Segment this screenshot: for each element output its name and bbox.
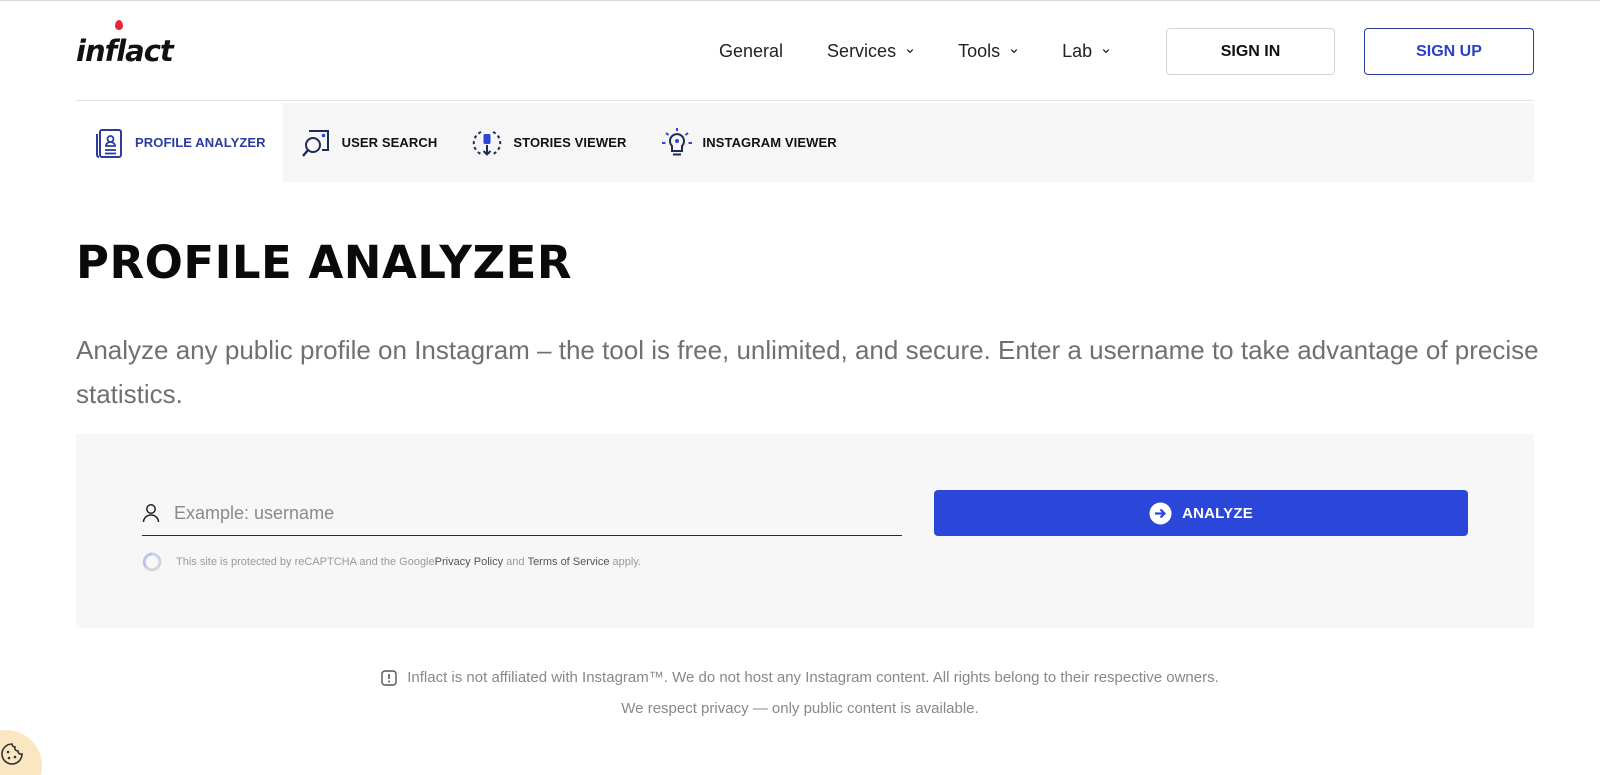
nav-lab-label: Lab <box>1062 40 1093 61</box>
analyze-button-label: ANALYZE <box>1182 504 1253 522</box>
tab-label: STORIES VIEWER <box>513 135 627 150</box>
cookie-settings-button[interactable] <box>0 730 42 775</box>
analyzer-form-panel: ANALYZE This site is protected by reCAPT… <box>76 434 1534 628</box>
tab-label: USER SEARCH <box>341 135 438 150</box>
profile-card-icon <box>96 128 122 158</box>
lightbulb-icon <box>661 127 692 155</box>
chevron-down-icon <box>1102 49 1110 54</box>
recaptcha-apply: apply. <box>609 556 642 568</box>
sign-up-button[interactable]: SIGN UP <box>1364 28 1534 75</box>
recaptcha-icon <box>142 552 162 572</box>
page-title: PROFILE ANALYZER <box>76 236 573 289</box>
chevron-down-icon <box>906 49 914 54</box>
nav-services[interactable]: Services <box>827 41 914 62</box>
recaptcha-text: This site is protected by reCAPTCHA and … <box>176 556 435 568</box>
tool-tabs: PROFILE ANALYZER USER SEARCH STORIES VIE… <box>76 103 1534 182</box>
nav-general[interactable]: General <box>719 41 783 62</box>
tab-profile-analyzer[interactable]: PROFILE ANALYZER <box>76 103 283 182</box>
tab-label: INSTAGRAM VIEWER <box>702 135 837 150</box>
chevron-down-icon <box>1010 49 1018 54</box>
privacy-policy-link[interactable]: Privacy Policy <box>435 556 503 568</box>
username-input[interactable] <box>174 502 874 524</box>
user-search-icon <box>301 129 329 157</box>
nav-tools-label: Tools <box>958 40 1001 61</box>
logo-text: inflact <box>76 34 174 68</box>
site-header: inflact General Services Tools Lab SIGN … <box>76 0 1534 101</box>
tab-stories-viewer[interactable]: STORIES VIEWER <box>454 103 643 182</box>
disclaimer-line-1: Inflact is not affiliated with Instagram… <box>407 669 1219 686</box>
logo-drop-icon <box>115 20 123 30</box>
recaptcha-notice: This site is protected by reCAPTCHA and … <box>142 552 641 572</box>
inflact-logo[interactable]: inflact <box>76 20 174 76</box>
arrow-right-circle-icon <box>1149 502 1172 524</box>
stories-download-icon <box>473 130 502 156</box>
nav-general-label: General <box>719 40 784 61</box>
recaptcha-and: and <box>503 556 528 568</box>
nav-tools[interactable]: Tools <box>958 41 1018 62</box>
cookie-icon <box>1 743 23 765</box>
terms-of-service-link[interactable]: Terms of Service <box>528 556 610 568</box>
tab-instagram-viewer[interactable]: INSTAGRAM VIEWER <box>644 103 854 182</box>
nav-services-label: Services <box>827 40 897 61</box>
username-field <box>142 491 902 536</box>
sign-in-button[interactable]: SIGN IN <box>1166 28 1335 75</box>
nav-lab[interactable]: Lab <box>1062 41 1110 62</box>
analyze-button[interactable]: ANALYZE <box>934 490 1468 536</box>
user-icon <box>142 504 160 523</box>
tab-label: PROFILE ANALYZER <box>135 135 266 150</box>
tab-user-search[interactable]: USER SEARCH <box>283 103 455 182</box>
disclaimer-line-2: We respect privacy — only public content… <box>621 699 979 717</box>
main-nav: General Services Tools Lab <box>719 36 1154 66</box>
warning-icon <box>381 669 397 686</box>
disclaimer: Inflact is not affiliated with Instagram… <box>0 664 1600 722</box>
page-description: Analyze any public profile on Instagram … <box>76 335 1539 409</box>
